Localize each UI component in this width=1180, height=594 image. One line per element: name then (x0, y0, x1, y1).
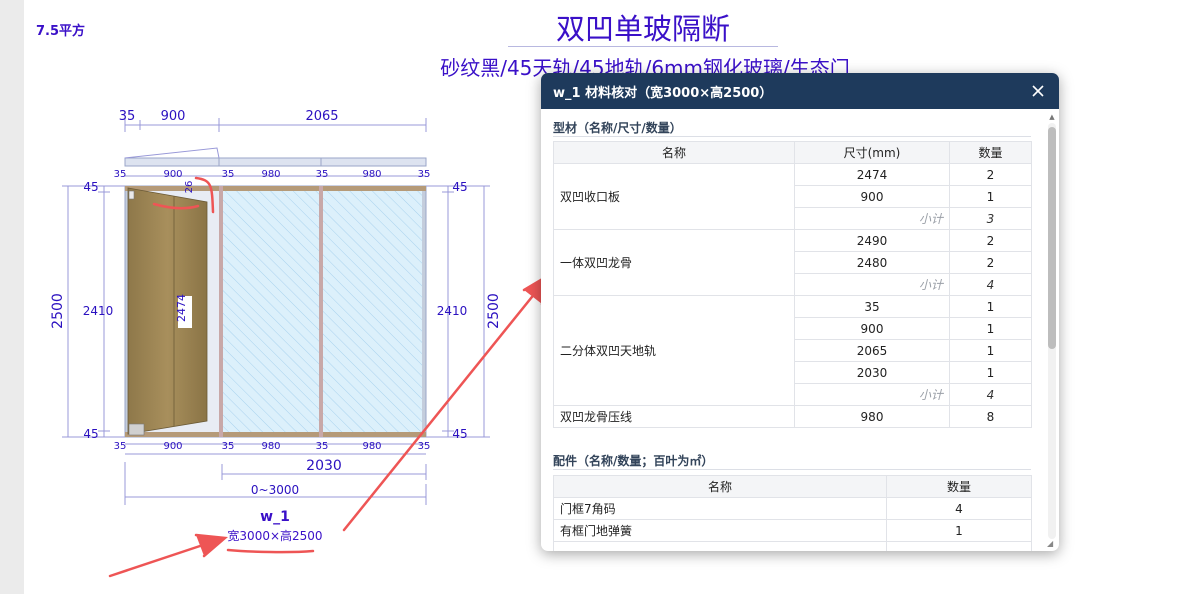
glass-panel-2 (323, 191, 422, 432)
fitting-name: 门框7角码 (553, 497, 887, 520)
subtotal-value: 4 (949, 383, 1032, 406)
profile-qty: 2 (949, 229, 1032, 252)
profile-size: 900 (794, 317, 950, 340)
dim-frame-top: 35 (222, 169, 235, 180)
dim-frame-top: 35 (114, 169, 127, 180)
profile-size: 980 (794, 405, 950, 428)
subtotal-value: 4 (949, 273, 1032, 296)
col-header-name: 名称 (553, 475, 887, 498)
fittings-table: 名称 数量 门框7角码 4 有框门地弹簧 1 (553, 475, 1032, 551)
profile-qty: 2 (949, 163, 1032, 186)
dialog-scrollbar[interactable]: ▲ (1048, 113, 1056, 545)
dim-frame-top: 900 (163, 169, 182, 180)
dim-frame-bottom: 35 (418, 441, 431, 452)
col-header-qty: 数量 (886, 475, 1032, 498)
dialog-header: w_1 材料核对（宽3000×高2500） (541, 73, 1059, 109)
col-header-name: 名称 (553, 141, 795, 164)
profile-size: 2474 (794, 163, 950, 186)
profile-name: 一体双凹龙骨 (553, 229, 795, 296)
dim-frame-top: 26 (184, 181, 195, 194)
profile-size: 2065 (794, 339, 950, 362)
dim-frame-bottom: 980 (261, 441, 280, 452)
subtotal-label: 小计 (794, 207, 950, 230)
dim-top-900: 900 (161, 109, 186, 124)
profile-qty: 1 (949, 317, 1032, 340)
col-header-size: 尺寸(mm) (794, 141, 950, 164)
dialog-body[interactable]: 型材（名称/尺寸/数量） 名称 尺寸(mm) 数量 双凹收口板 2474 2 9… (541, 109, 1059, 551)
dim-right-2410: 2410 (437, 304, 468, 318)
dim-left-45: 45 (83, 180, 98, 194)
profile-size: 2480 (794, 251, 950, 274)
profile-size: 2490 (794, 229, 950, 252)
dim-top-35: 35 (119, 109, 136, 124)
door-leaf (127, 187, 208, 435)
table-row (553, 541, 1032, 551)
resize-grip-icon[interactable]: ◢ (1047, 539, 1057, 549)
dim-right-45: 45 (452, 180, 467, 194)
col-header-qty: 数量 (949, 141, 1032, 164)
profile-qty: 1 (949, 295, 1032, 318)
dim-frame-bottom: 35 (316, 441, 329, 452)
dim-frame-bottom: 35 (222, 441, 235, 452)
dialog-title: w_1 材料核对（宽3000×高2500） (553, 86, 773, 101)
profile-name: 双凹龙骨压线 (553, 405, 795, 428)
table-row: 双凹龙骨压线 980 8 (553, 405, 1032, 428)
table-row: 二分体双凹天地轨 35 1 (553, 295, 1032, 406)
dim-left-45: 45 (83, 427, 98, 441)
table-row: 双凹收口板 2474 2 (553, 163, 1032, 230)
dim-frame-bottom: 900 (163, 441, 182, 452)
dim-frame-top: 35 (418, 169, 431, 180)
fittings-section-title: 配件（名称/数量；百叶为㎡） (553, 454, 714, 468)
dim-right-45: 45 (452, 427, 467, 441)
scroll-thumb[interactable] (1048, 127, 1056, 349)
dim-frame-bottom: 35 (114, 441, 127, 452)
dim-total-height-right: 2500 (486, 293, 502, 329)
profile-size: 35 (794, 295, 950, 318)
profile-name: 二分体双凹天地轨 (553, 295, 795, 406)
profile-qty: 1 (949, 361, 1032, 384)
table-row: 门框7角码 4 (553, 497, 1032, 520)
dim-left-2410: 2410 (83, 304, 114, 318)
subtotal-label: 小计 (794, 383, 950, 406)
profile-qty: 1 (949, 339, 1032, 362)
subtotal-label: 小计 (794, 273, 950, 296)
profile-qty: 8 (949, 405, 1032, 428)
dim-width-range: 0~3000 (251, 483, 299, 497)
dim-glass-width: 2030 (306, 458, 342, 474)
profiles-section-title: 型材（名称/尺寸/数量） (553, 121, 682, 135)
dim-top-2065: 2065 (305, 109, 338, 124)
close-button[interactable] (1027, 80, 1049, 102)
section-divider (553, 469, 1031, 470)
profile-qty: 1 (949, 185, 1032, 208)
profile-size: 2030 (794, 361, 950, 384)
dim-door-height: 2474 (175, 294, 188, 322)
fitting-qty: 4 (886, 497, 1032, 520)
fitting-qty: 1 (886, 519, 1032, 542)
section-divider (553, 136, 1031, 137)
subtotal-value: 3 (949, 207, 1032, 230)
dim-frame-top: 980 (261, 169, 280, 180)
partition-size-text: 宽3000×高2500 (227, 528, 322, 543)
close-icon (1032, 85, 1044, 97)
glass-panel-1 (223, 191, 319, 432)
partition-code: w_1 (260, 509, 290, 525)
dim-total-height-left: 2500 (50, 293, 66, 329)
dim-frame-bottom: 980 (362, 441, 381, 452)
profile-name: 双凹收口板 (553, 163, 795, 230)
table-row: 有框门地弹簧 1 (553, 519, 1032, 542)
dim-frame-top: 35 (316, 169, 329, 180)
table-row: 一体双凹龙骨 2490 2 (553, 229, 1032, 296)
dim-frame-top: 980 (362, 169, 381, 180)
profile-size: 900 (794, 185, 950, 208)
fitting-name: 有框门地弹簧 (553, 519, 887, 542)
profile-qty: 2 (949, 251, 1032, 274)
material-check-dialog[interactable]: w_1 材料核对（宽3000×高2500） 型材（名称/尺寸/数量） 名称 尺寸… (541, 73, 1059, 551)
scroll-up-icon[interactable]: ▲ (1048, 113, 1056, 121)
profiles-table: 名称 尺寸(mm) 数量 双凹收口板 2474 2 900 1 小计 3 一体双… (553, 141, 1032, 428)
